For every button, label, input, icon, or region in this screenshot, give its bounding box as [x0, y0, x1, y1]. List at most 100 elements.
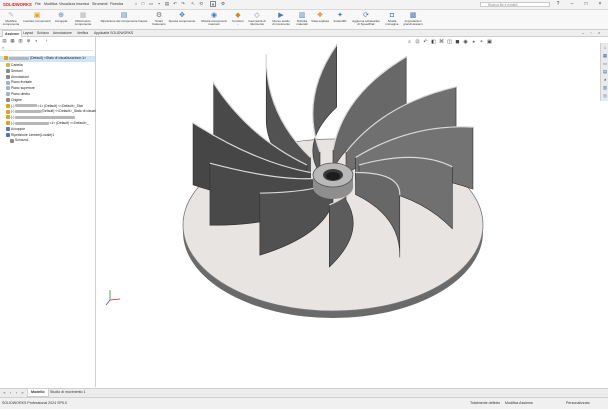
- part-icon: [6, 115, 10, 120]
- ribbon-bom-button[interactable]: ▥ Distinta materiali: [294, 10, 310, 29]
- ribbon-show-hidden-button[interactable]: ◉ Mostra componenti nascosti: [198, 10, 230, 29]
- tab-schizzo[interactable]: Schizzo: [35, 30, 51, 36]
- doc-minimize-button[interactable]: –: [580, 29, 586, 36]
- maximize-button[interactable]: □: [582, 0, 590, 9]
- first-tab-icon[interactable]: «: [2, 389, 7, 396]
- tree-item[interactable]: Piano superiore: [0, 86, 35, 92]
- print-icon[interactable]: ▤: [164, 1, 170, 7]
- tree-item[interactable]: Piano destro: [0, 92, 30, 98]
- ribbon-exploded-view-button[interactable]: ❖ Vista esplosa: [310, 10, 330, 29]
- appearances-icon[interactable]: ◕: [602, 77, 608, 83]
- doc-restore-button[interactable]: ▫: [588, 29, 594, 36]
- custom-properties-icon[interactable]: ▥: [602, 85, 608, 91]
- tab-modello[interactable]: Modello: [27, 389, 49, 397]
- view-palette-icon[interactable]: ▤: [602, 69, 608, 75]
- menu-modifica[interactable]: Modifica: [44, 1, 57, 8]
- home-icon[interactable]: ⌂: [133, 1, 139, 7]
- ribbon-large-assembly-button[interactable]: ▩ Impostazioni grandi assiemi: [401, 10, 425, 29]
- new-file-icon[interactable]: □: [140, 1, 146, 7]
- ribbon-smart-fasteners-button[interactable]: ⚙ Smart Fasteners: [152, 10, 166, 29]
- tab-motion-study[interactable]: Studio di movimento 1: [47, 389, 89, 396]
- help-icon[interactable]: ?: [554, 0, 562, 9]
- redo-icon[interactable]: ↷: [180, 1, 186, 7]
- ribbon-motion-study-button[interactable]: ▶ Nuovo studio di movimento: [268, 10, 294, 29]
- tab-applicativi[interactable]: Applicativi SOLIDWORKS: [92, 30, 135, 36]
- tree-item[interactable]: Accoppie: [0, 127, 25, 133]
- tree-item-label: Schizzo1: [15, 138, 29, 143]
- ribbon-features-button[interactable]: ◆ Funzioni ...: [230, 10, 246, 29]
- menu-strumenti[interactable]: Strumenti: [92, 1, 107, 8]
- tree-node-icon: [6, 97, 10, 102]
- open-file-icon[interactable]: ▭: [148, 1, 154, 7]
- last-tab-icon[interactable]: »: [20, 389, 25, 396]
- menu-visualizza[interactable]: Visualizza: [59, 1, 75, 8]
- display-manager-tab-icon[interactable]: ◐: [33, 38, 40, 44]
- tree-item[interactable]: Cartella: [0, 63, 23, 69]
- rebuild-icon[interactable]: ⟲: [198, 1, 204, 7]
- assembly-icon: [4, 56, 8, 61]
- ribbon-instant3d-button[interactable]: ✦ Instant3D: [331, 10, 349, 29]
- status-units[interactable]: Personalizzato: [566, 399, 590, 408]
- design-library-icon[interactable]: ▦: [602, 53, 608, 59]
- solidworks-logo[interactable]: SOLIDWORKS: [3, 1, 32, 8]
- save-icon[interactable]: ▪: [156, 1, 162, 7]
- select-icon[interactable]: ↖: [190, 1, 196, 7]
- tree-root-assembly[interactable]: (Default) <Stato di visualizzazione-1>: [0, 56, 95, 62]
- tab-annotazione[interactable]: Annotazione: [51, 30, 74, 36]
- tree-item[interactable]: Origine: [0, 98, 22, 104]
- tab-layout[interactable]: Layout: [21, 30, 35, 36]
- tab-verifica[interactable]: Verifica: [75, 30, 90, 36]
- tree-node-icon: [6, 63, 10, 68]
- tab-assieme[interactable]: Assieme: [2, 30, 22, 37]
- graphics-area[interactable]: ⌕ ⊡ ↶ ◧ ⌘ ◫ ◼ ◉ ◕ ◓ ▣: [96, 37, 608, 387]
- tree-item[interactable]: Annotazioni: [0, 75, 29, 81]
- command-tabs: Assieme Layout Schizzo Annotazione Verif…: [0, 30, 608, 37]
- configuration-manager-tab-icon[interactable]: ▥: [17, 38, 24, 44]
- ribbon-edit-component-button[interactable]: ✎ Modifica componente: [2, 10, 20, 29]
- task-pane-tabs: ⌂ ▦ ▭ ▤ ◕ ▥ ◎: [600, 43, 608, 101]
- ribbon-linear-pattern-button[interactable]: ▤ Ripetizione del componente lineare: [96, 10, 152, 29]
- ribbon-mate-button[interactable]: ⊕ Accoppia: [53, 10, 69, 29]
- tree-item-label: Annotazioni: [11, 74, 29, 79]
- menu-finestra[interactable]: Finestra: [110, 1, 123, 8]
- command-manager-ribbon: ✎ Modifica componente ▣ Inserisci componen…: [0, 10, 608, 30]
- solidworks-resources-icon[interactable]: ⌂: [602, 45, 608, 51]
- tree-item[interactable]: Sensori: [0, 69, 23, 75]
- prev-tab-icon[interactable]: ‹: [8, 389, 13, 396]
- forum-icon[interactable]: ◎: [602, 93, 608, 99]
- tree-filter[interactable]: ⌕: [1, 45, 93, 51]
- ribbon-component-reference-button[interactable]: ▦ Riferimento componente: [70, 10, 96, 29]
- menu-inserisci[interactable]: Inserisci: [76, 1, 89, 8]
- tree-item[interactable]: Piano frontale: [0, 80, 32, 86]
- tree-component[interactable]: (-) <1> (Default) <<Default>_: [0, 121, 89, 127]
- tree-component[interactable]: (-): [0, 115, 76, 121]
- options-icon[interactable]: ⚙: [220, 1, 226, 7]
- tree-item-label: Accoppie: [11, 126, 25, 131]
- file-explorer-icon[interactable]: ▭: [602, 61, 608, 67]
- menu-file[interactable]: File: [35, 1, 41, 8]
- undo-icon[interactable]: ↶: [172, 1, 178, 7]
- tree-node-icon: [10, 138, 14, 143]
- minimize-button[interactable]: –: [568, 0, 576, 9]
- feature-tree-tab-icon[interactable]: ▤: [1, 38, 8, 44]
- tree-item-label: Ripetizione Lineare(Locale)1: [11, 132, 55, 137]
- next-tab-icon[interactable]: ›: [14, 389, 19, 396]
- close-button[interactable]: ×: [596, 0, 604, 9]
- doc-close-button[interactable]: ×: [596, 29, 602, 36]
- tree-component[interactable]: (-) <1> (Default) <<Default>_Stat: [0, 104, 83, 110]
- file-properties-icon[interactable]: ▾: [210, 1, 216, 7]
- ribbon-reference-geometry-button[interactable]: ◇ Geometria di riferimento: [246, 10, 268, 29]
- impeller-model[interactable]: [96, 37, 608, 387]
- property-manager-tab-icon[interactable]: ▦: [9, 38, 16, 44]
- tree-component[interactable]: (-) (Default) <<Default>_Stato di visual…: [0, 109, 99, 115]
- tree-node-icon: [6, 74, 10, 79]
- expand-panel-icon[interactable]: ›: [43, 38, 50, 44]
- dimxpert-tab-icon[interactable]: ⊕: [25, 38, 32, 44]
- ribbon-speedpak-button[interactable]: ⟳ Aggiorna scheletrato di SpeedPak: [349, 10, 383, 29]
- ribbon-insert-components-button[interactable]: ▣ Inserisci componenti: [22, 10, 52, 29]
- tree-item[interactable]: Ripetizione Lineare(Locale)1: [0, 133, 54, 139]
- ribbon-move-component-button[interactable]: ✥ Sposta componente: [167, 10, 197, 29]
- tree-item[interactable]: Schizzo1: [0, 138, 29, 144]
- ribbon-snapshot-button[interactable]: ◘ Scatta immagine: [383, 10, 401, 29]
- search-input[interactable]: Ricerca file e modelli: [480, 1, 550, 7]
